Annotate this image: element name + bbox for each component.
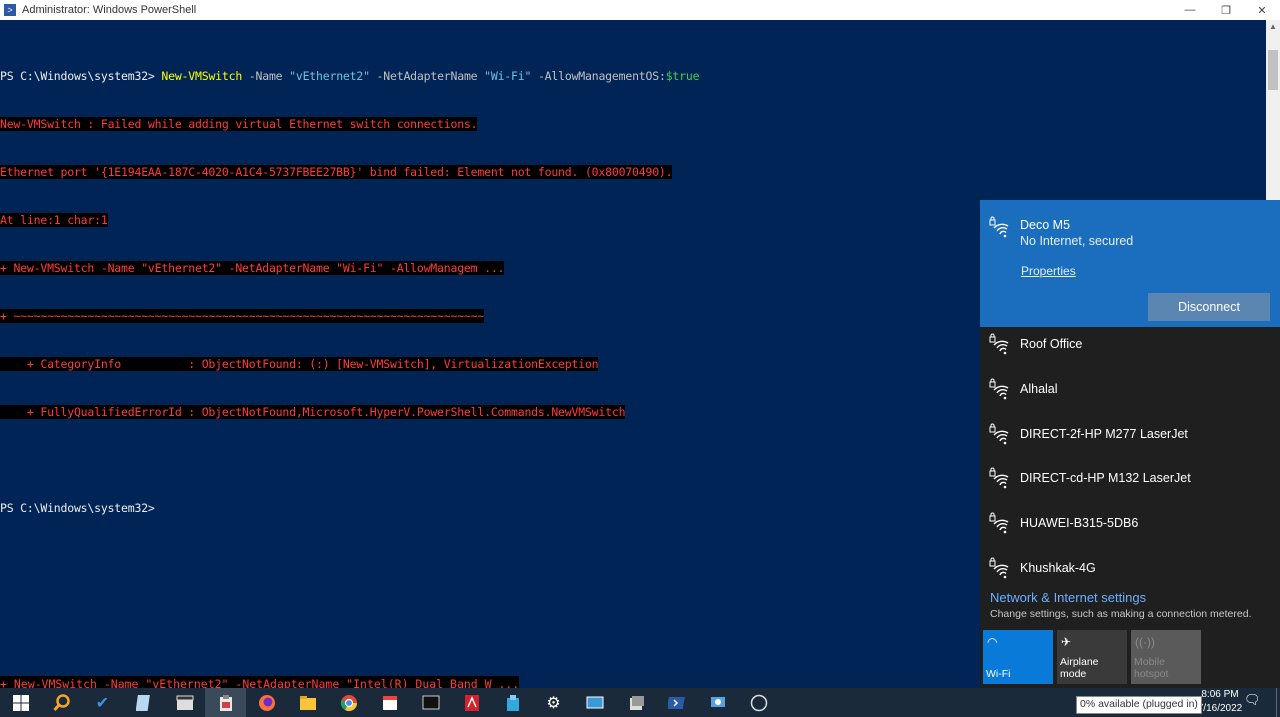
prompt: PS C:\Windows\system32>: [0, 69, 162, 83]
network-name: DIRECT-2f-HP M277 LaserJet: [1020, 426, 1188, 441]
error-line: + ~~~~~~~~~~~~~~~~~~~~~~~~~~~~~~~~~~~~~~…: [0, 309, 485, 323]
disconnect-button[interactable]: Disconnect: [1148, 293, 1270, 321]
network-flyout: Deco M5 No Internet, secured Properties …: [980, 200, 1280, 688]
wifi-secured-icon: [989, 557, 1009, 579]
error-line: + FullyQualifiedErrorId : ObjectNotFound…: [0, 405, 626, 419]
airplane-icon: ✈: [1061, 635, 1072, 649]
wifi-icon: ◠: [987, 635, 998, 649]
vertical-scrollbar[interactable]: ▲: [1266, 20, 1280, 200]
list-item[interactable]: HUAWEI-B315-5DB6: [980, 506, 1280, 551]
network-list: Roof Office Alhalal DIRECT-2f-HP M277 La…: [980, 327, 1280, 596]
wifi-secured-icon: [989, 423, 1009, 444]
list-item[interactable]: Roof Office: [980, 327, 1280, 372]
list-item[interactable]: DIRECT-cd-HP M132 LaserJet: [980, 461, 1280, 506]
wifi-secured-icon: [989, 512, 1009, 534]
notification-icon[interactable]: 🗨: [1244, 692, 1261, 708]
app-icon[interactable]: [492, 688, 533, 717]
settings-icon[interactable]: ⚙: [533, 688, 574, 717]
error-line: New-VMSwitch : Failed while adding virtu…: [0, 117, 478, 131]
error-line: + New-VMSwitch -Name "vEthernet2" -NetAd…: [0, 261, 505, 275]
arg-adapter: "Wi-Fi": [484, 69, 532, 83]
connected-network[interactable]: Deco M5 No Internet, secured Properties …: [980, 200, 1280, 327]
prompt-line: PS C:\Windows\system32>: [0, 501, 155, 515]
airplane-mode-tile[interactable]: ✈ Airplane mode: [1057, 630, 1127, 684]
file-explorer-icon[interactable]: [287, 688, 328, 717]
tile-label: Mobile hotspot: [1134, 656, 1169, 680]
network-name: DIRECT-cd-HP M132 LaserJet: [1020, 471, 1191, 486]
list-item[interactable]: DIRECT-2f-HP M277 LaserJet: [980, 417, 1280, 462]
battery-tooltip: 0% available (plugged in): [1076, 696, 1202, 714]
network-settings-subtitle: Change settings, such as making a connec…: [990, 608, 1252, 620]
network-icon[interactable]: [697, 688, 738, 717]
todo-icon[interactable]: ✔: [82, 688, 123, 717]
wifi-secured-icon: [989, 216, 1009, 238]
tile-label: Airplane mode: [1060, 656, 1099, 680]
firefox-icon[interactable]: [246, 688, 287, 717]
title-bar: > Administrator: Windows PowerShell — ❐ …: [0, 0, 1280, 20]
clipboard-icon[interactable]: [205, 688, 246, 717]
wifi-secured-icon: [989, 333, 1009, 355]
wifi-secured-icon: [989, 378, 1009, 400]
command-line: PS C:\Windows\system32> New-VMSwitch -Na…: [0, 68, 700, 84]
scroll-up-icon[interactable]: ▲: [1266, 20, 1280, 34]
network-status: No Internet, secured: [1020, 234, 1134, 248]
network-name: HUAWEI-B315-5DB6: [1020, 516, 1139, 531]
powershell-icon[interactable]: [656, 688, 697, 717]
param-mgmt: -AllowManagementOS:: [531, 69, 666, 83]
properties-link[interactable]: Properties: [1021, 264, 1076, 278]
tile-label: Wi-Fi: [986, 668, 1011, 680]
search-icon[interactable]: [41, 688, 82, 717]
terminal-icon[interactable]: [410, 688, 451, 717]
bottom-error-line: + New-VMSwitch -Name "vEthernet2" -NetAd…: [0, 676, 520, 688]
notepad-icon[interactable]: [123, 688, 164, 717]
maximize-button[interactable]: ❐: [1208, 0, 1244, 20]
network-name: Deco M5: [1020, 218, 1071, 232]
error-line: + CategoryInfo : ObjectNotFound: (:) [Ne…: [0, 357, 599, 371]
console-output: PS C:\Windows\system32> New-VMSwitch -Na…: [0, 36, 700, 548]
minimize-button[interactable]: —: [1172, 0, 1208, 20]
quick-action-tiles: ◠ Wi-Fi ✈ Airplane mode ((·)) Mobile hot…: [983, 630, 1201, 684]
wifi-tile[interactable]: ◠ Wi-Fi: [983, 630, 1053, 684]
network-name: Khushkak-4G: [1020, 560, 1096, 575]
server-icon[interactable]: [615, 688, 656, 717]
window-title: Administrator: Windows PowerShell: [22, 4, 197, 16]
mobile-hotspot-tile[interactable]: ((·)) Mobile hotspot: [1131, 630, 1201, 684]
close-button[interactable]: ✕: [1244, 0, 1280, 20]
powershell-icon: >: [4, 4, 16, 16]
circle-icon[interactable]: [738, 688, 779, 717]
hotspot-icon: ((·)): [1135, 635, 1155, 649]
arg-name: "vEthernet2": [289, 69, 370, 83]
param-adapter: -NetAdapterName: [369, 69, 485, 83]
list-item[interactable]: Alhalal: [980, 372, 1280, 417]
acrobat-icon[interactable]: [451, 688, 492, 717]
network-settings-link[interactable]: Network & Internet settings: [990, 590, 1146, 605]
chrome-icon[interactable]: [328, 688, 369, 717]
wifi-secured-icon: [989, 467, 1009, 489]
window-controls: — ❐ ✕: [1172, 0, 1280, 20]
network-name: Alhalal: [1020, 381, 1058, 396]
error-line: At line:1 char:1: [0, 213, 108, 227]
show-desktop-button[interactable]: [1276, 688, 1280, 717]
windows-start-icon[interactable]: [0, 688, 41, 717]
cmdlet-name: New-VMSwitch: [161, 69, 243, 83]
param-name: -Name: [242, 69, 290, 83]
scroll-thumb[interactable]: [1268, 50, 1278, 90]
network-name: Roof Office: [1020, 337, 1083, 351]
error-line: Ethernet port '{1E194EAA-187C-4020-A1C4-…: [0, 165, 673, 179]
arg-mgmt: $true: [665, 69, 700, 83]
clapper-icon[interactable]: [164, 688, 205, 717]
remote-desktop-icon[interactable]: [574, 688, 615, 717]
calendar-icon[interactable]: [369, 688, 410, 717]
